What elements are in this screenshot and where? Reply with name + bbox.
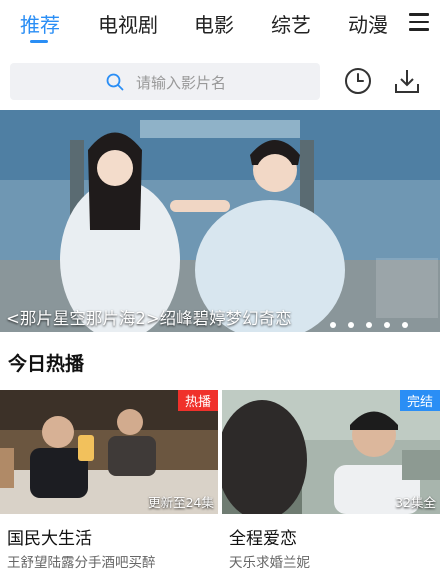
episode-count: 32集全 [395, 495, 436, 510]
section-title-today-hot: 今日热播 [8, 353, 85, 375]
search-placeholder: 请输入影片名 [136, 74, 227, 92]
download-icon[interactable] [393, 67, 421, 95]
tab-recommend[interactable]: 推荐 [20, 9, 60, 38]
video-thumbnail: 完结 32集全 [222, 390, 440, 514]
video-thumbnail: 热播 更新至24集 [0, 390, 218, 514]
tab-tv-series[interactable]: 电视剧 [98, 9, 158, 38]
finished-badge: 完结 [399, 390, 440, 411]
featured-banner[interactable]: <那片星空那片海2>绍峰碧婷梦幻奇恋 [0, 110, 440, 332]
search-icon [106, 73, 124, 91]
category-tabs: 推荐 电视剧 电影 综艺 动漫 [0, 0, 440, 48]
hamburger-menu-icon[interactable] [409, 13, 429, 31]
video-title: 国民大生活 [7, 529, 92, 549]
clock-history-icon[interactable] [344, 67, 372, 95]
video-title: 全程爱恋 [229, 529, 297, 549]
tab-anime[interactable]: 动漫 [348, 9, 388, 38]
active-tab-indicator [30, 40, 48, 43]
video-subtitle: 天乐求婚兰妮 [229, 555, 310, 571]
poster-title-art [376, 258, 438, 318]
banner-image [0, 110, 440, 332]
carousel-dot[interactable] [384, 322, 390, 328]
tab-movies[interactable]: 电影 [194, 9, 234, 38]
carousel-dot[interactable] [366, 322, 372, 328]
video-subtitle: 王舒望陆露分手酒吧买醉 [7, 555, 156, 571]
tab-variety[interactable]: 综艺 [271, 9, 311, 38]
episode-count: 更新至24集 [148, 495, 214, 510]
carousel-dot-active[interactable] [402, 322, 408, 328]
banner-caption: <那片星空那片海2>绍峰碧婷梦幻奇恋 [6, 309, 292, 328]
hot-badge: 热播 [177, 390, 218, 411]
carousel-dot[interactable] [348, 322, 354, 328]
search-input[interactable]: 请输入影片名 [10, 63, 320, 100]
carousel-dot[interactable] [330, 322, 336, 328]
